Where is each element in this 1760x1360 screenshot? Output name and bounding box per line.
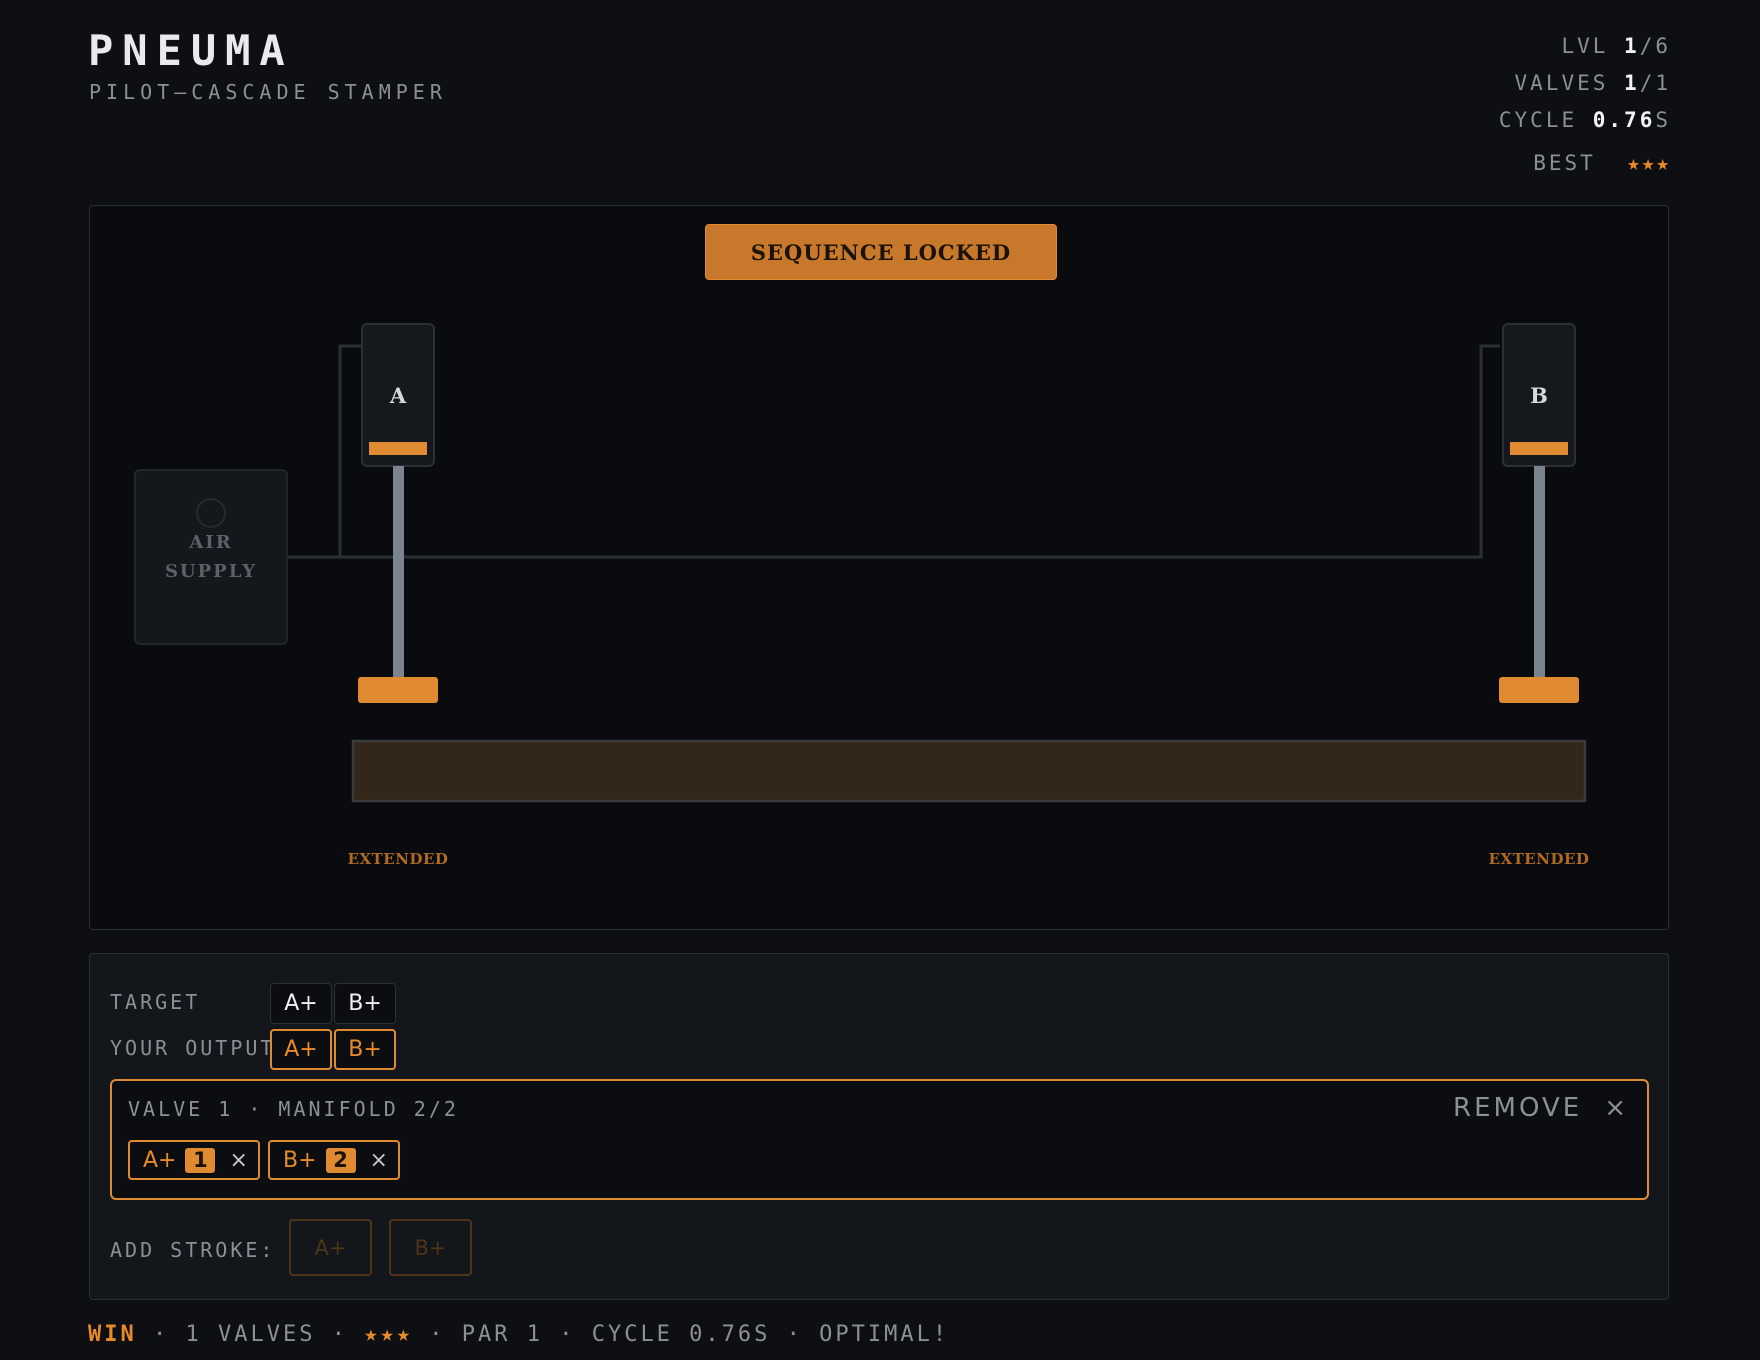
add-stroke-b-button[interactable]: B+ (389, 1219, 472, 1276)
result-footer: WIN · 1 VALVES · ★★★ · PAR 1 · CYCLE 0.7… (88, 1322, 950, 1347)
valve-title: VALVE 1 · MANIFOLD 2/2 (128, 1097, 459, 1121)
output-label: YOUR OUTPUT (110, 1036, 276, 1060)
output-step-1: A+ (270, 1029, 332, 1070)
cylinder-b-piston (1510, 442, 1568, 455)
result-stars-icon: ★★★ (364, 1322, 413, 1347)
cylinder-b (1499, 323, 1579, 703)
close-icon: × (1604, 1093, 1629, 1123)
remove-label: REMOVE (1453, 1093, 1583, 1123)
step-number-badge: 1 (185, 1147, 216, 1173)
target-step-2: B+ (334, 983, 396, 1024)
circuit-diagram (288, 323, 1587, 803)
remove-stroke-icon[interactable]: × (229, 1148, 247, 1173)
air-supply-label: AIR SUPPLY (164, 532, 258, 582)
cylinder-a-head (358, 677, 438, 703)
best-stars-icon: ★★★ (1627, 151, 1671, 175)
target-label: TARGET (110, 990, 201, 1014)
cylinder-a-state: EXTENDED (347, 850, 449, 868)
air-supply: AIR SUPPLY (134, 469, 288, 645)
target-step-1: A+ (270, 983, 332, 1024)
cylinder-a-piston (369, 442, 427, 455)
valve-card[interactable]: VALVE 1 · MANIFOLD 2/2 REMOVE × A+ 1 × B… (110, 1079, 1649, 1200)
cylinder-b-label: B (1530, 383, 1548, 408)
remove-valve-button[interactable]: REMOVE × (1453, 1093, 1629, 1123)
verdict: OPTIMAL! (819, 1322, 950, 1347)
par-value: PAR 1 (461, 1322, 543, 1347)
win-status: WIN (88, 1322, 137, 1347)
level-stat: LVL 1/6 (1561, 34, 1671, 58)
pilot-line-a (338, 344, 362, 557)
best-stat: BEST ★★★ (1533, 151, 1671, 175)
output-step-2: B+ (334, 1029, 396, 1070)
app-title: PNEUMA (88, 26, 294, 75)
level-subtitle: PILOT–CASCADE STAMPER (89, 80, 447, 104)
cylinder-a-rod (393, 466, 404, 678)
workpiece-plate (351, 739, 1587, 803)
air-gauge-icon (196, 498, 226, 528)
add-stroke-a-button[interactable]: A+ (289, 1219, 372, 1276)
circuit-board[interactable]: SEQUENCE LOCKED AIR SUPPLY A B EXTENDED … (89, 205, 1669, 930)
remove-stroke-icon[interactable]: × (370, 1148, 388, 1173)
valves-count: 1 VALVES (185, 1322, 316, 1347)
cylinder-b-head (1499, 677, 1579, 703)
cycle-result: CYCLE 0.76S (591, 1322, 771, 1347)
cylinder-a-label: A (389, 383, 407, 408)
cycle-stat: CYCLE 0.76S (1498, 108, 1671, 132)
sequence-panel: TARGET A+ B+ YOUR OUTPUT A+ B+ VALVE 1 ·… (89, 953, 1669, 1300)
cylinder-b-rod (1534, 466, 1545, 678)
cylinder-a (358, 323, 438, 703)
stroke-label: A+ (143, 1147, 177, 1173)
add-stroke-label: ADD STROKE: (110, 1238, 276, 1262)
valve-stroke-a[interactable]: A+ 1 × (128, 1140, 260, 1180)
step-number-badge: 2 (325, 1147, 356, 1173)
main-air-line (288, 344, 1500, 559)
cylinder-b-state: EXTENDED (1488, 850, 1590, 868)
stats-panel: LVL 1/6 VALVES 1/1 CYCLE 0.76S BEST ★★★ (1499, 28, 1671, 182)
sequence-locked-banner: SEQUENCE LOCKED (705, 224, 1057, 280)
valve-stroke-b[interactable]: B+ 2 × (268, 1140, 400, 1180)
stroke-label: B+ (283, 1147, 317, 1173)
valves-stat: VALVES 1/1 (1514, 71, 1671, 95)
